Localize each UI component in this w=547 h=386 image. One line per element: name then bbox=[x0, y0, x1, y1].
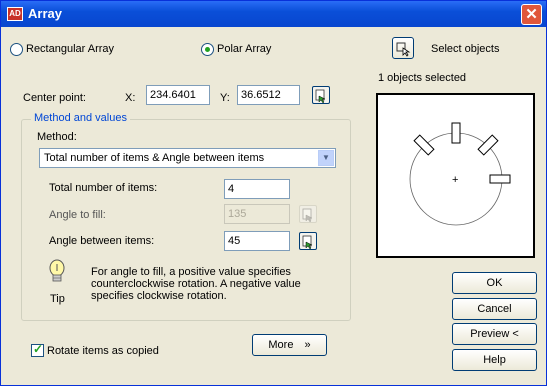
help-button[interactable]: Help bbox=[452, 349, 537, 371]
select-objects-label: Select objects bbox=[431, 43, 500, 55]
pick-center-point-button[interactable] bbox=[312, 86, 330, 104]
angle-to-fill-label: Angle to fill: bbox=[49, 209, 106, 221]
method-label: Method: bbox=[37, 131, 77, 143]
method-dropdown-value: Total number of items & Angle between it… bbox=[44, 152, 265, 164]
method-dropdown[interactable]: Total number of items & Angle between it… bbox=[39, 148, 336, 168]
select-objects-button[interactable] bbox=[392, 37, 414, 59]
polar-array-label[interactable]: Polar Array bbox=[217, 43, 271, 55]
tip-text: For angle to fill, a positive value spec… bbox=[91, 266, 301, 302]
pick-point-icon bbox=[315, 89, 326, 103]
svg-text:+: + bbox=[452, 174, 458, 186]
center-y-input[interactable]: 36.6512 bbox=[237, 85, 300, 105]
autocad-app-icon: AD bbox=[7, 7, 23, 21]
preview-button[interactable]: Preview < bbox=[452, 323, 537, 345]
select-objects-icon bbox=[396, 42, 411, 57]
polar-array-radio[interactable] bbox=[201, 43, 214, 56]
chevron-down-icon[interactable]: ▼ bbox=[318, 150, 334, 166]
title-bar[interactable]: AD Array ✕ bbox=[1, 1, 546, 27]
double-chevron-down-icon: » bbox=[304, 339, 311, 351]
rectangular-array-label[interactable]: Rectangular Array bbox=[26, 43, 114, 55]
window-title: Array bbox=[28, 6, 62, 21]
more-button[interactable]: More » bbox=[252, 334, 327, 356]
array-preview-pane: + bbox=[376, 93, 535, 258]
center-x-label: X: bbox=[125, 92, 136, 104]
center-x-input[interactable]: 234.6401 bbox=[146, 85, 210, 105]
total-items-label: Total number of items: bbox=[49, 182, 158, 194]
pick-angle-to-fill-button bbox=[299, 205, 317, 223]
total-items-input[interactable]: 4 bbox=[224, 179, 290, 199]
angle-between-items-input[interactable]: 45 bbox=[224, 231, 290, 251]
rectangular-array-radio[interactable] bbox=[10, 43, 23, 56]
center-point-label: Center point: bbox=[23, 92, 86, 104]
center-y-label: Y: bbox=[220, 92, 230, 104]
polar-array-preview: + bbox=[409, 122, 511, 226]
ok-button[interactable]: OK bbox=[452, 272, 537, 294]
cancel-button[interactable]: Cancel bbox=[452, 298, 537, 320]
more-button-label: More bbox=[268, 339, 294, 351]
angle-to-fill-input: 135 bbox=[224, 204, 290, 224]
array-dialog: AD Array ✕ Rectangular Array Polar Array… bbox=[0, 0, 547, 386]
rotate-items-checkbox[interactable]: ✓ bbox=[31, 342, 44, 357]
lightbulb-icon bbox=[49, 259, 65, 282]
close-button[interactable]: ✕ bbox=[521, 4, 542, 25]
objects-selected-count: 1 objects selected bbox=[378, 72, 467, 84]
tip-label: Tip bbox=[50, 293, 65, 305]
angle-between-items-label: Angle between items: bbox=[49, 235, 155, 247]
method-values-legend: Method and values bbox=[31, 112, 130, 124]
pick-point-icon bbox=[302, 235, 313, 249]
pick-point-icon bbox=[302, 208, 313, 222]
pick-angle-between-button[interactable] bbox=[299, 232, 317, 250]
rotate-items-label[interactable]: Rotate items as copied bbox=[47, 345, 159, 357]
checkmark-icon: ✓ bbox=[33, 342, 44, 356]
